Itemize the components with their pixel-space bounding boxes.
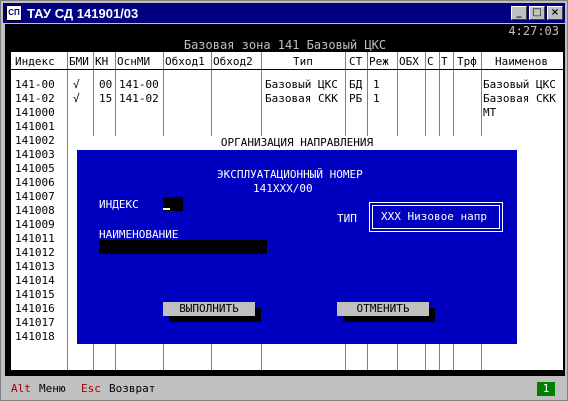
exploit-number-value: 141XXX/00 [253,182,313,195]
column-header[interactable]: ОснМИ [117,55,150,68]
column-header[interactable]: Индекс [15,55,55,68]
cell-idx: 141016 [15,302,55,315]
maximize-button[interactable]: □ [529,6,545,20]
column-header[interactable]: С [427,55,434,68]
type-label: ТИП [337,212,357,225]
cell-idx: 141-02 [15,92,55,105]
table-header: Индекс БМИ КН ОснМИ Обход1 Обход2 Тип СТ Реж ОБХ С… [11,52,563,70]
dialog-title: ОРГАНИЗАЦИЯ НАПРАВЛЕНИЯ [77,136,517,150]
clock: 4:27:03 [508,24,559,38]
back-label[interactable]: Возврат [109,381,155,397]
status-indicator: 1 [537,382,555,396]
column-header[interactable]: Наименов [495,55,548,68]
cell-idx: 141013 [15,260,55,273]
column-header[interactable]: Обход1 [165,55,205,68]
cell-idx: 141008 [15,204,55,217]
cursor [163,208,170,210]
cell-osn: 141-00 [119,78,159,91]
organize-direction-dialog: ОРГАНИЗАЦИЯ НАПРАВЛЕНИЯ ЭКСПЛУАТАЦИОННЫЙ… [77,136,517,344]
cell-name: МТ [483,106,497,119]
menu-label[interactable]: Меню [39,381,66,397]
exploit-number-label: ЭКСПЛУАТАЦИОННЫЙ НОМЕР [217,168,363,181]
cell-idx: 141003 [15,148,55,161]
cell-idx: 141000 [15,106,55,119]
column-header[interactable]: Тип [293,55,313,68]
title-bar[interactable]: СП ТАУ СД 141901/03 _ □ × [3,3,565,23]
column-header[interactable]: БМИ [69,55,89,68]
cell-idx: 141014 [15,274,55,287]
column-header[interactable]: Реж [369,55,389,68]
table-row[interactable]: 141-02 √ 15 141-02 Базовая СКК РБ 1 Базовая СКК [11,92,563,106]
terminal-area: 4:27:03 Базовая зона 141 Базовый ЦКС Инд… [5,24,565,376]
zone-title: Базовая зона 141 Базовый ЦКС [183,38,387,52]
index-label: ИНДЕКС [99,198,139,211]
close-button[interactable]: × [547,6,563,20]
column-header[interactable]: ОБХ [399,55,419,68]
cell-idx: 141001 [15,120,55,133]
cell-rez: 1 [373,78,380,91]
cell-rez: 1 [373,92,380,105]
window-title: ТАУ СД 141901/03 [27,6,139,21]
cell-kn: 00 [99,78,113,91]
cell-name: Базовый ЦКС [483,78,556,91]
cell-idx: 141002 [15,134,55,147]
cell-bmi: √ [73,92,80,105]
cell-bmi: √ [73,78,80,91]
cell-kn: 15 [99,92,113,105]
column-header[interactable]: Обход2 [213,55,253,68]
cancel-button[interactable]: ОТМЕНИТЬ [337,302,429,316]
cell-idx: 141006 [15,176,55,189]
app-window: СП ТАУ СД 141901/03 _ □ × 4:27:03 Базова… [0,0,568,401]
execute-button[interactable]: ВЫПОЛНИТЬ [163,302,255,316]
cell-idx: 141007 [15,190,55,203]
app-icon[interactable]: СП [6,5,22,21]
type-select[interactable]: XXX Низовое напр [369,202,503,232]
column-header[interactable]: СТ [349,55,362,68]
table-row[interactable]: 141000 МТ [11,106,563,120]
index-input[interactable] [163,197,183,211]
esc-key[interactable]: Esc [81,381,101,397]
status-bar: Alt Меню Esc Возврат 1 [5,381,565,397]
cell-name: Базовая СКК [483,92,556,105]
cell-idx: 141009 [15,218,55,231]
cell-idx: 141017 [15,316,55,329]
cell-tip: Базовая СКК [265,92,338,105]
column-header[interactable]: Трф [457,55,477,68]
cell-st: РБ [349,92,363,105]
column-header[interactable]: КН [95,55,108,68]
cell-idx: 141012 [15,246,55,259]
cell-osn: 141-02 [119,92,159,105]
alt-key[interactable]: Alt [11,381,31,397]
cell-st: БД [349,78,363,91]
name-input[interactable] [99,240,267,254]
type-value: XXX Низовое напр [372,205,500,229]
cell-idx: 141-00 [15,78,55,91]
table-row[interactable]: 141-00 √ 00 141-00 Базовый ЦКС БД 1 Базовый ЦКС [11,78,563,92]
cell-tip: Базовый ЦКС [265,78,338,91]
cell-idx: 141005 [15,162,55,175]
table-row[interactable]: 141001 [11,120,563,134]
cell-idx: 141011 [15,232,55,245]
cell-idx: 141015 [15,288,55,301]
cell-idx: 141018 [15,330,55,343]
column-header[interactable]: Т [441,55,448,68]
minimize-button[interactable]: _ [511,6,527,20]
